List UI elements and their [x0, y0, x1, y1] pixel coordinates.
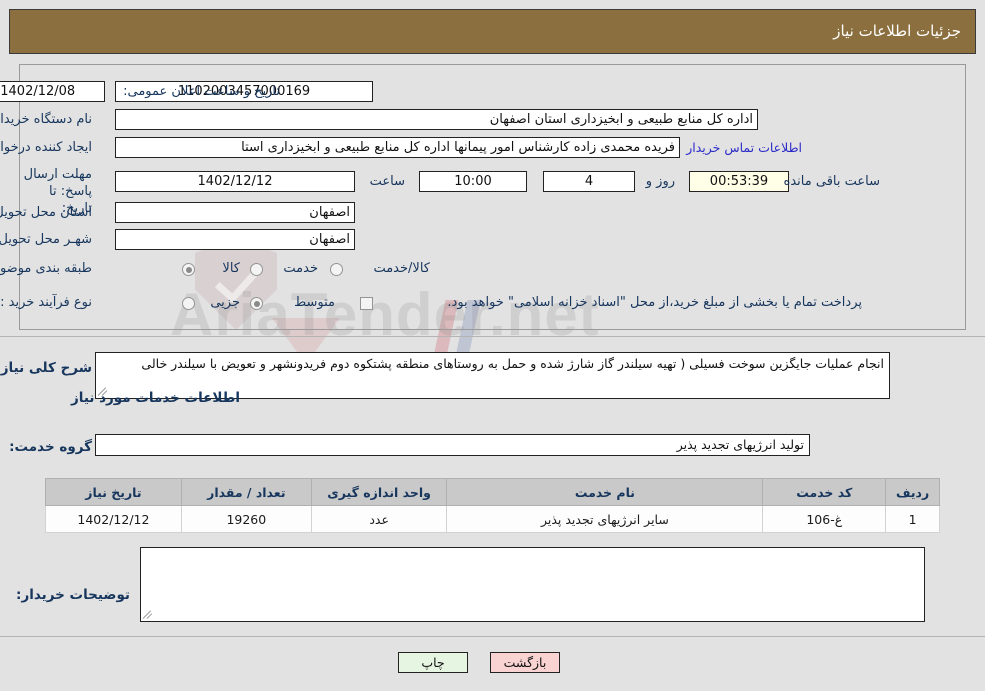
deadline-date-field[interactable]: 1402/12/12	[115, 171, 355, 192]
radio-category-kala-label: کالا	[222, 261, 240, 276]
general-description-text: انجام عملیات جایگزین سوخت فسیلی ( تهیه س…	[141, 356, 884, 371]
islamic-treasury-label: پرداخت تمام یا بخشی از مبلغ خرید،از محل …	[447, 295, 862, 310]
province-label: استان محل تحویل:	[0, 205, 92, 220]
radio-purchase-jozei[interactable]	[182, 297, 195, 310]
countdown-field: 00:53:39	[689, 171, 789, 192]
table-row: 1 غ-106 سایر انرژیهای تجدید پذیر عدد 192…	[45, 505, 940, 533]
cell-unit: عدد	[310, 505, 448, 533]
column-header-row: ردیف	[885, 478, 940, 506]
column-header-name: نام خدمت	[446, 478, 764, 506]
print-button[interactable]: چاپ	[398, 652, 468, 673]
remaining-label: ساعت باقی مانده	[783, 174, 880, 189]
buyer-notes-label: توضیحات خریدار:	[16, 587, 130, 603]
radio-category-kala-khedmat-label: کالا/خدمت	[373, 261, 430, 276]
radio-purchase-motavaset-label: متوسط	[294, 295, 335, 310]
section-divider-footer	[0, 636, 985, 637]
table-header-row: ردیف کد خدمت نام خدمت واحد اندازه گیری ت…	[45, 478, 940, 506]
column-header-date: تاریخ نیاز	[45, 478, 182, 506]
cell-name: سایر انرژیهای تجدید پذیر	[446, 505, 764, 533]
page-title-bar: جزئیات اطلاعات نیاز	[9, 9, 976, 54]
purchase-type-label: نوع فرآیند خرید :	[0, 295, 92, 310]
buyer-notes-field[interactable]	[140, 547, 925, 622]
column-header-code: کد خدمت	[762, 478, 887, 506]
cell-code: غ-106	[762, 505, 887, 533]
page-root: AriaTender.net جزئیات اطلاعات نیاز شماره…	[0, 0, 985, 691]
cell-quantity: 19260	[180, 505, 312, 533]
hour-field[interactable]: 10:00	[419, 171, 527, 192]
province-field[interactable]: اصفهان	[115, 202, 355, 223]
hour-label: ساعت	[369, 174, 405, 189]
column-header-unit: واحد اندازه گیری	[310, 478, 448, 506]
city-label: شهـر محل تحویل:	[0, 232, 92, 247]
services-table: ردیف کد خدمت نام خدمت واحد اندازه گیری ت…	[45, 478, 940, 533]
radio-category-kala[interactable]	[182, 263, 195, 276]
public-announce-label: تاریخ و ساعت اعلان عمومی:	[123, 84, 280, 99]
buyer-notes-text	[141, 548, 924, 554]
checkbox-islamic-treasury[interactable]	[360, 297, 373, 310]
public-announce-field[interactable]: 1402/12/08 - 08:22	[0, 81, 105, 102]
radio-category-khedmat-label: خدمت	[283, 261, 318, 276]
cell-row: 1	[885, 505, 940, 533]
category-label: طبقه بندی موضوعی:	[0, 261, 92, 276]
service-group-label: گروه خدمت:	[9, 439, 92, 455]
buyer-org-label: نام دستگاه خریدار:	[0, 112, 92, 127]
service-group-field[interactable]: تولید انرژیهای تجدید پذیر	[95, 434, 810, 456]
page-title: جزئیات اطلاعات نیاز	[833, 22, 961, 40]
days-and-label: روز و	[645, 174, 675, 189]
buyer-org-field[interactable]: اداره کل منابع طبیعی و ابخیزداری استان ا…	[115, 109, 758, 130]
radio-purchase-jozei-label: جزیی	[210, 295, 240, 310]
services-section-heading: اطلاعات خدمات مورد نیاز	[70, 390, 240, 406]
back-button[interactable]: بازگشت	[490, 652, 560, 673]
cell-date: 1402/12/12	[45, 505, 182, 533]
radio-purchase-motavaset[interactable]	[250, 297, 263, 310]
notes-resize-grip-icon[interactable]	[142, 609, 154, 620]
column-header-quantity: تعداد / مقدار	[180, 478, 312, 506]
city-field[interactable]: اصفهان	[115, 229, 355, 250]
creator-field[interactable]: فریده محمدی زاده کارشناس امور پیمانها اد…	[115, 137, 680, 158]
creator-label: ایجاد کننده درخواست:	[0, 140, 92, 155]
general-description-label: شرح کلی نیاز:	[0, 360, 92, 376]
days-field[interactable]: 4	[543, 171, 635, 192]
need-details-panel	[19, 64, 966, 330]
radio-category-khedmat[interactable]	[250, 263, 263, 276]
buyer-contact-link[interactable]: اطلاعات تماس خریدار	[686, 140, 802, 155]
radio-category-kala-khedmat[interactable]	[330, 263, 343, 276]
section-divider-top	[0, 336, 985, 337]
